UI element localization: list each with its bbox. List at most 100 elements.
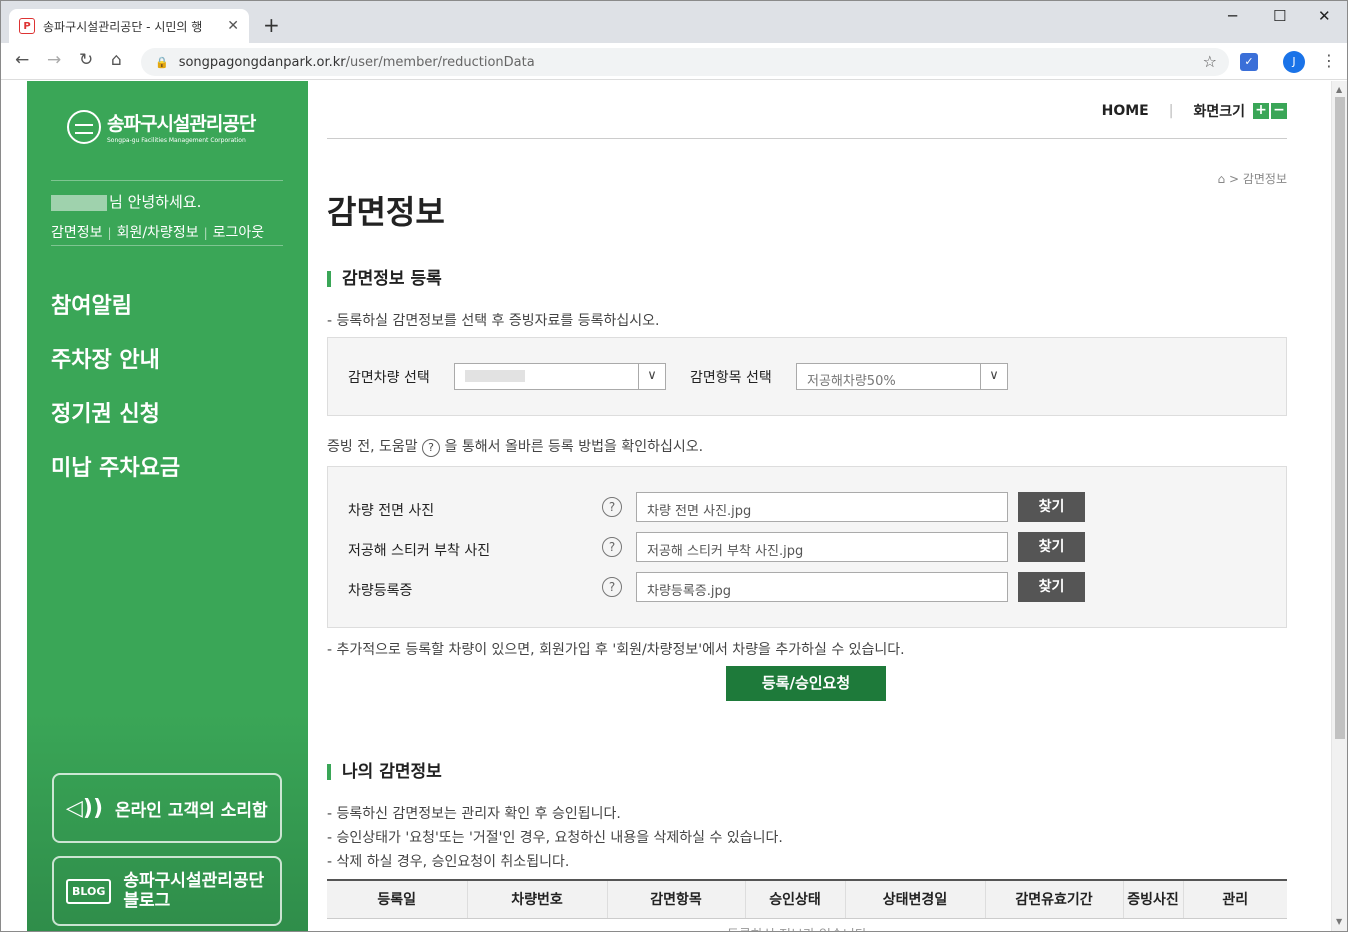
new-tab-icon[interactable]: + [263,13,280,37]
link-logout[interactable]: 로그아웃 [213,225,265,241]
main-content: HOME | 화면크기 + − ⌂ > 감면정보 감면정보 감면정보 등록 - … [327,81,1287,931]
register-note: - 추가적으로 등록할 차량이 있으면, 회원가입 후 '회원/차량정보'에서 … [327,642,905,658]
link-divider: | [203,226,208,240]
header-divider [327,138,1287,139]
column-header: 차량번호 [467,879,608,919]
zoom-in-button[interactable]: + [1253,103,1269,119]
url-path: /user/member/reductionData [345,54,535,70]
item-select-value: 저공해차량50% [807,374,896,389]
browse-button[interactable]: 찾기 [1018,532,1085,562]
font-size-label: 화면크기 [1193,104,1245,120]
logo-emblem-icon [67,109,101,144]
scroll-up-icon[interactable]: ▲ [1336,85,1342,94]
help-text: 증빙 전, 도움말 ? 을 통해서 올바른 등록 방법을 확인하십시오. [327,436,703,457]
column-header: 감면유효기간 [985,879,1124,919]
tab-title: 송파구시설관리공단 - 시민의 행 [43,19,203,34]
speaker-icon: ◁)) [66,795,104,821]
table-header-row: 등록일 차량번호 감면항목 승인상태 상태변경일 감면유효기간 증빙사진 관리 [327,879,1287,919]
top-utility: HOME | 화면크기 + − [1102,101,1287,121]
browse-button[interactable]: 찾기 [1018,492,1085,522]
page-title: 감면정보 [327,193,445,231]
masked-username [51,194,107,211]
sidebar: 송파구시설관리공단 Songpa-gu Facilities Managemen… [27,81,308,931]
crumb-sep: > [1228,172,1239,186]
page-content: 송파구시설관리공단 Songpa-gu Facilities Managemen… [1,81,1331,931]
breadcrumb: ⌂ > 감면정보 [1217,170,1287,187]
help-icon[interactable]: ? [602,497,622,517]
my-info-note: - 등록하신 감면정보는 관리자 확인 후 승인됩니다. [327,806,621,822]
tab-bar: P 송파구시설관리공단 - 시민의 행 ✕ + ─ ☐ ✕ [1,1,1347,43]
logo-text: 송파구시설관리공단 [107,113,256,135]
zoom-out-button[interactable]: − [1271,103,1287,119]
browser-toolbar: ← → ↻ ⌂ 🔒 songpagongdanpark.or.kr/user/m… [1,43,1347,80]
vehicle-select[interactable]: ∨ [454,363,666,390]
menu-kebab-icon[interactable]: ⋮ [1321,51,1337,70]
my-info-note: - 삭제 하실 경우, 승인요청이 취소됩니다. [327,854,570,870]
maximize-icon[interactable]: ☐ [1273,7,1286,25]
empty-message: 등록하신 정보가 없습니다. [727,924,871,931]
item-select-label: 감면항목 선택 [690,370,772,386]
greeting: 님 안녕하세요. [51,191,201,212]
home-icon[interactable]: ⌂ [111,50,122,70]
blog-label: 송파구시설관리공단 [123,871,265,891]
member-links: 감면정보 | 회원/차량정보 | 로그아웃 [51,222,264,242]
browser-window: P 송파구시설관리공단 - 시민의 행 ✕ + ─ ☐ ✕ ← → ↻ ⌂ 🔒 … [0,0,1348,932]
help-icon[interactable]: ? [602,537,622,557]
forward-icon[interactable]: → [47,50,61,70]
help-icon[interactable]: ? [422,439,441,457]
masked-vehicle [465,370,525,382]
blog-icon: BLOG [66,878,112,904]
blog-button[interactable]: BLOG 송파구시설관리공단 블로그 [52,856,282,926]
upload-panel: 차량 전면 사진 ? 차량 전면 사진.jpg 찾기 저공해 스티커 부착 사진… [327,466,1287,628]
menu-unpaid-fee[interactable]: 미납 주차요금 [51,450,180,482]
scroll-down-icon[interactable]: ▼ [1336,917,1342,926]
select-panel: 감면차량 선택 ∨ 감면항목 선택 저공해차량50% ∨ [327,337,1287,416]
browser-tab[interactable]: P 송파구시설관리공단 - 시민의 행 ✕ [9,9,249,43]
bookmark-star-icon[interactable]: ☆ [1203,52,1217,71]
file-input-registration[interactable]: 차량등록증.jpg [636,572,1008,602]
site-logo[interactable]: 송파구시설관리공단 Songpa-gu Facilities Managemen… [67,109,256,144]
menu-season-pass[interactable]: 정기권 신청 [51,396,160,428]
logo-subtext: Songpa-gu Facilities Management Corporat… [107,137,246,144]
profile-avatar[interactable]: J [1283,51,1305,73]
column-header: 등록일 [327,879,468,919]
extension-icon[interactable]: ✓ [1240,53,1258,71]
menu-parking-guide[interactable]: 주차장 안내 [51,342,160,374]
column-header: 상태변경일 [845,879,986,919]
file-input-sticker[interactable]: 저공해 스티커 부착 사진.jpg [636,532,1008,562]
page-scrollbar[interactable]: ▲ ▼ [1331,81,1347,931]
reload-icon[interactable]: ↻ [79,50,93,70]
file-input-front[interactable]: 차량 전면 사진.jpg [636,492,1008,522]
file-label: 차량 전면 사진 [348,503,435,519]
item-select[interactable]: 저공해차량50% ∨ [796,363,1008,390]
reduction-table: 등록일 차량번호 감면항목 승인상태 상태변경일 감면유효기간 증빙사진 관리 [327,879,1287,919]
submit-button[interactable]: 등록/승인요청 [726,666,886,701]
utility-divider: | [1168,103,1174,119]
help-prefix: 증빙 전, 도움말 [327,439,418,455]
sidebar-divider [51,180,283,181]
link-member-vehicle[interactable]: 회원/차량정보 [117,225,199,241]
back-icon[interactable]: ← [15,50,29,70]
vehicle-select-label: 감면차량 선택 [348,370,430,386]
register-desc: - 등록하실 감면정보를 선택 후 증빙자료를 등록하십시오. [327,313,660,329]
link-divider: | [107,226,112,240]
help-icon[interactable]: ? [602,577,622,597]
column-header: 증빙사진 [1123,879,1184,919]
chevron-down-icon: ∨ [638,364,665,389]
close-window-icon[interactable]: ✕ [1318,7,1331,25]
address-bar[interactable]: 🔒 songpagongdanpark.or.kr/user/member/re… [141,48,1229,76]
menu-notice[interactable]: 참여알림 [51,288,132,320]
browse-button[interactable]: 찾기 [1018,572,1085,602]
home-link[interactable]: HOME [1102,103,1149,119]
sidebar-divider [51,245,283,246]
voice-of-customer-button[interactable]: ◁)) 온라인 고객의 소리함 [52,773,282,843]
close-tab-icon[interactable]: ✕ [227,18,239,34]
column-header: 감면항목 [607,879,746,919]
link-reduction-info[interactable]: 감면정보 [51,225,103,241]
scrollbar-thumb[interactable] [1335,97,1345,739]
minimize-icon[interactable]: ─ [1228,7,1237,25]
register-section-title: 감면정보 등록 [327,271,442,288]
file-label: 저공해 스티커 부착 사진 [348,543,491,559]
home-crumb-icon[interactable]: ⌂ [1217,172,1225,186]
blog-label-2: 블로그 [123,891,171,911]
